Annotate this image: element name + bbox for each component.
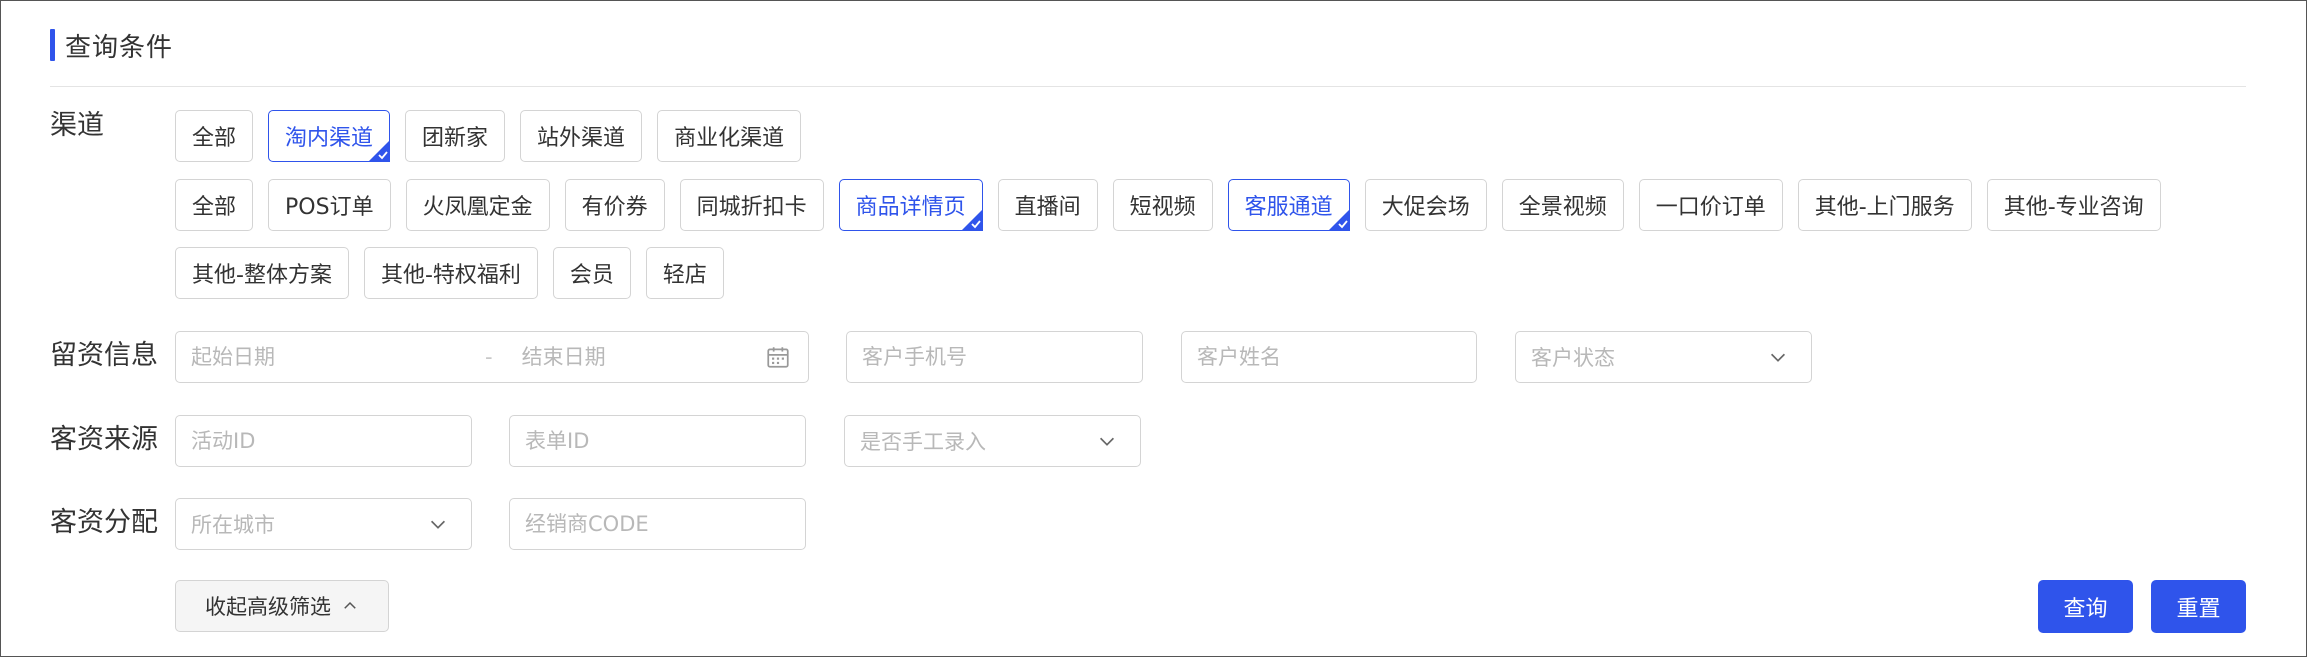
channel-option-label: 团新家 (422, 126, 489, 151)
channel-option-chip[interactable]: 会员 (552, 247, 631, 299)
dealer-code-input[interactable] (510, 499, 785, 549)
start-date-input[interactable] (176, 332, 471, 382)
channel-label: 渠道 (50, 110, 104, 141)
chevron-up-icon (344, 601, 356, 609)
channel-option-label: 商业化渠道 (674, 126, 785, 151)
panel-title-text: 查询条件 (65, 32, 174, 63)
channel-option-chip[interactable]: 大促会场 (1364, 179, 1487, 231)
channel-option-label: 其他-上门服务 (1814, 195, 1955, 220)
channel-option-chip[interactable]: 淘内渠道 (268, 110, 391, 162)
channel-option-chip[interactable]: 有价券 (564, 179, 665, 231)
channel-option-label: 火凤凰定金 (422, 195, 533, 220)
manual-entry-select[interactable]: 是否手工录入 (844, 415, 1141, 467)
panel-title: 查询条件 (50, 28, 174, 63)
channel-option-label: 同城折扣卡 (696, 195, 807, 220)
end-date-input[interactable] (506, 332, 752, 382)
channel-option-chip[interactable]: 火凤凰定金 (405, 179, 550, 231)
channel-option-chip[interactable]: 商业化渠道 (657, 110, 802, 162)
city-placeholder: 所在城市 (191, 513, 275, 537)
channel-option-label: POS订单 (285, 195, 374, 220)
query-panel: 查询条件 渠道 全部 淘内渠道 团新家 站外渠道 商业化渠道 全部 POS订单 火凤凰定金 有… (0, 0, 2307, 657)
channel-option-chip[interactable]: 全部 (175, 110, 254, 162)
chevron-down-icon (1770, 353, 1786, 362)
check-corner-icon (368, 140, 391, 162)
channel-option-label: 全景视频 (1518, 195, 1607, 220)
channel-option-chip[interactable]: 团新家 (405, 110, 506, 162)
channel-option-chip[interactable]: 其他-专业咨询 (1986, 179, 2161, 231)
channel-option-label: 客服通道 (1244, 195, 1333, 220)
chevron-down-icon (1099, 437, 1115, 446)
channel-option-chip[interactable]: 短视频 (1112, 179, 1213, 231)
channel-option-label: 其他-特权福利 (380, 263, 521, 288)
channel-option-chip[interactable]: 全部 (175, 179, 254, 231)
city-select[interactable]: 所在城市 (175, 498, 472, 550)
channel-option-label: 站外渠道 (537, 126, 626, 151)
search-button[interactable]: 查询 (2038, 580, 2133, 633)
channel-option-chip[interactable]: 客服通道 (1227, 179, 1350, 231)
lead-info-label: 留资信息 (50, 340, 158, 371)
channel-option-chip[interactable]: 其他-整体方案 (175, 247, 349, 299)
activity-id-input[interactable] (176, 416, 451, 466)
channel-option-label: 全部 (192, 126, 237, 151)
manual-entry-placeholder: 是否手工录入 (860, 430, 986, 454)
activity-id-field[interactable] (175, 415, 472, 467)
customer-status-select[interactable]: 客户状态 (1515, 331, 1812, 383)
calendar-icon[interactable] (765, 344, 791, 370)
customer-status-placeholder: 客户状态 (1531, 346, 1615, 370)
dealer-code-field[interactable] (509, 498, 806, 550)
channel-option-chip[interactable]: 其他-上门服务 (1797, 179, 1972, 231)
channel-option-label: 有价券 (581, 195, 648, 220)
channel-option-label: 轻店 (662, 263, 707, 288)
channel-secondary-group-row1: 全部 POS订单 火凤凰定金 有价券 同城折扣卡 商品详情页 直播间 短视频 客服通道 大促会场 全… (175, 179, 2161, 231)
channel-option-chip[interactable]: 一口价订单 (1638, 179, 1783, 231)
form-id-field[interactable] (509, 415, 806, 467)
channel-option-label: 短视频 (1129, 195, 1196, 220)
date-range-picker[interactable]: - (175, 331, 809, 383)
channel-option-chip[interactable]: 站外渠道 (520, 110, 643, 162)
channel-option-label: 直播间 (1014, 195, 1081, 220)
channel-option-label: 一口价订单 (1655, 195, 1766, 220)
channel-option-chip[interactable]: 其他-特权福利 (363, 247, 538, 299)
channel-option-chip[interactable]: 直播间 (997, 179, 1098, 231)
channel-primary-group: 全部 淘内渠道 团新家 站外渠道 商业化渠道 (175, 110, 802, 162)
channel-option-label: 会员 (569, 263, 614, 288)
source-label: 客资来源 (50, 424, 158, 455)
channel-option-chip[interactable]: 全景视频 (1501, 179, 1624, 231)
form-id-input[interactable] (510, 416, 785, 466)
title-accent-bar (50, 29, 55, 61)
collapse-advanced-filter-label: 收起高级筛选 (205, 595, 331, 619)
channel-option-label: 其他-整体方案 (192, 263, 332, 288)
customer-phone-input[interactable] (847, 332, 1122, 382)
chevron-down-icon (430, 520, 446, 529)
channel-option-label: 全部 (192, 195, 237, 220)
channel-option-label: 其他-专业咨询 (2003, 195, 2144, 220)
channel-option-chip[interactable]: 轻店 (645, 247, 724, 299)
customer-name-input[interactable] (1182, 332, 1457, 382)
channel-option-chip[interactable]: 商品详情页 (838, 179, 983, 231)
collapse-advanced-filter-button[interactable]: 收起高级筛选 (175, 580, 389, 632)
customer-name-field[interactable] (1181, 331, 1477, 383)
reset-button[interactable]: 重置 (2151, 580, 2246, 633)
channel-option-label: 大促会场 (1381, 195, 1470, 220)
range-separator: - (485, 345, 493, 369)
customer-phone-field[interactable] (846, 331, 1143, 383)
allocation-label: 客资分配 (50, 507, 158, 538)
title-divider (50, 86, 2246, 87)
check-corner-icon (960, 209, 983, 231)
channel-secondary-group-row2: 其他-整体方案 其他-特权福利 会员 轻店 (175, 247, 724, 299)
check-corner-icon (1327, 209, 1350, 231)
channel-option-chip[interactable]: POS订单 (268, 179, 391, 231)
channel-option-label: 淘内渠道 (285, 126, 374, 151)
channel-option-chip[interactable]: 同城折扣卡 (679, 179, 824, 231)
channel-option-label: 商品详情页 (855, 195, 966, 220)
